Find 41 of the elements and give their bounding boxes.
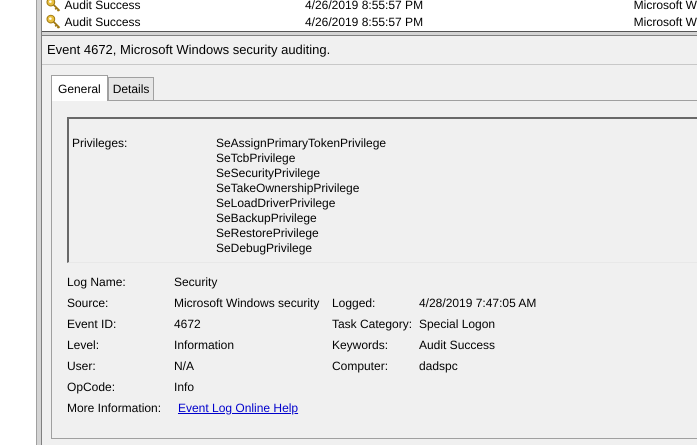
field-label: Keywords:	[332, 337, 390, 354]
field-value: Special Logon	[419, 316, 496, 333]
field-label: Task Category:	[332, 316, 414, 333]
field-value: 4/28/2019 7:47:05 AM	[419, 295, 536, 312]
tab[interactable]: Details	[108, 76, 154, 100]
field-label: Event ID:	[67, 316, 118, 333]
table-cell: Microsoft W	[634, 0, 697, 14]
field-label: User:	[67, 358, 97, 375]
field-value: Information	[174, 337, 236, 354]
privilege-name: SeSecurityPrivilege	[216, 166, 322, 180]
field-value: N/A	[174, 358, 196, 375]
table-cell-text: 4/26/2019 8:55:57 PM	[304, 0, 424, 14]
table-cell-text: Audit Success	[64, 0, 142, 14]
key-icon	[46, 14, 62, 29]
event-title: Event 4672, Microsoft Windows security auditing.	[42, 36, 697, 64]
field-label: Level:	[67, 337, 100, 354]
table-cell-text: 4/26/2019 8:55:57 PM	[304, 14, 424, 30]
field-value: Info	[174, 379, 196, 396]
field-value: 4672	[174, 316, 202, 333]
field-label: Computer:	[332, 358, 390, 375]
field-value: dadspc	[419, 358, 458, 375]
privilege-name: SeBackupPrivilege	[216, 210, 318, 226]
field-label: Source:	[67, 295, 110, 312]
privilege-name: SeTakeOwnershipPrivilege	[216, 180, 360, 196]
help-link[interactable]: Event Log Online Help	[178, 399, 298, 417]
field-value: Audit Success	[419, 337, 496, 354]
privilege-name: SeAssignPrimaryTokenPrivilege	[216, 136, 386, 150]
field-label: Privileges:	[72, 136, 128, 152]
table-cell-text: Audit Success	[64, 14, 142, 30]
field-label: More Information:	[67, 400, 162, 417]
field-label: Log Name:	[67, 274, 127, 291]
field-value: Security	[174, 274, 218, 291]
privilege-name: SeRestorePrivilege	[216, 226, 320, 240]
privilege-name: SeTcbPrivilege	[216, 150, 296, 166]
field-label: Logged:	[332, 295, 376, 312]
tab[interactable]: General	[51, 74, 108, 100]
table-cell-text: Microsoft W	[634, 14, 697, 30]
privilege-name: SeDebugPrivilege	[216, 240, 314, 256]
privilege-name: SeLoadDriverPrivilege	[216, 196, 336, 210]
field-label: OpCode:	[67, 379, 116, 396]
field-value: Microsoft Windows security	[174, 295, 320, 312]
